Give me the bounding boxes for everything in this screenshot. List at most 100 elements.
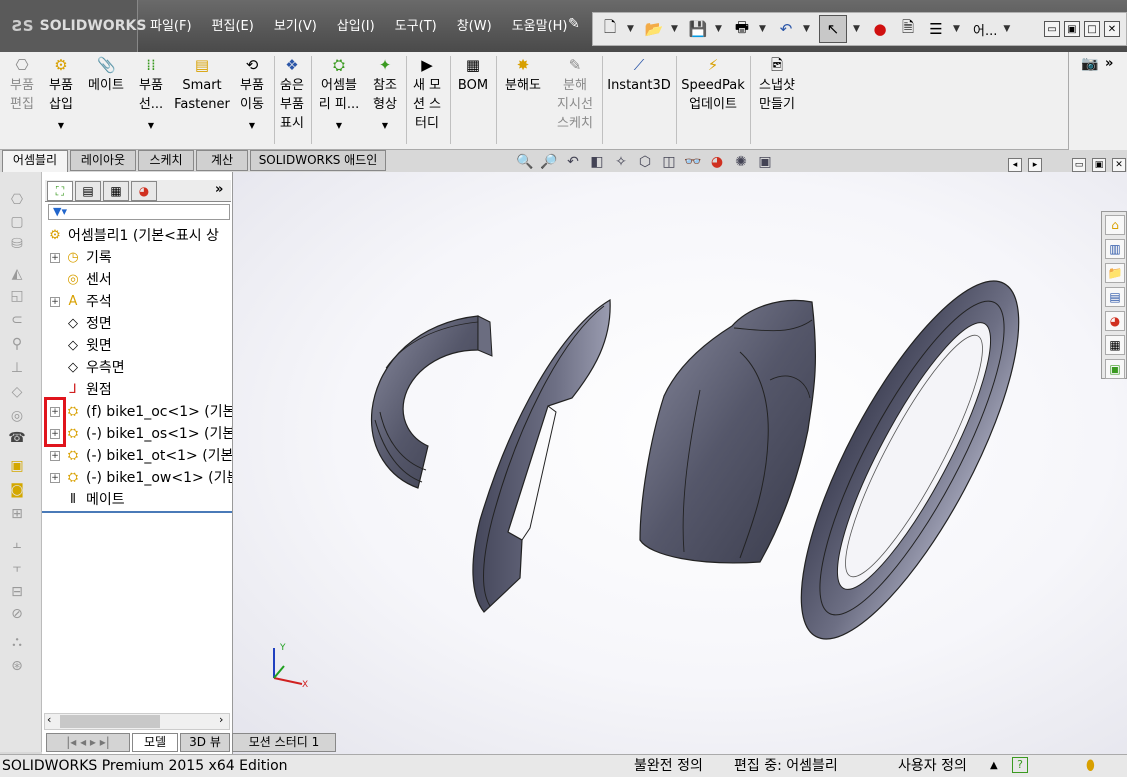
tool-icon-6[interactable]: ⊂ (6, 312, 28, 332)
expand-right-icon[interactable]: ▸ (1028, 158, 1042, 172)
dynamic-annotation-icon[interactable]: ✧ (611, 154, 631, 170)
tab-nav-arrows[interactable]: |◂ ◂ ▸ ▸| (46, 733, 130, 752)
menu-insert[interactable]: 삽입(I) (327, 14, 385, 40)
tree-item-component[interactable]: + ⛭ (-) bike1_ot<1> (기본< (50, 445, 232, 467)
reference-geometry-button[interactable]: ✦ 참조 형상 ▼ (366, 56, 404, 135)
display-style-icon[interactable]: ◫ (659, 154, 679, 170)
tool-icon-12[interactable]: ▣ (6, 458, 28, 478)
menu-view[interactable]: 보기(V) (264, 14, 327, 40)
feature-tree-tab-icon[interactable]: ⛶ (47, 181, 73, 201)
design-library-icon[interactable]: ▥ (1105, 239, 1125, 259)
close-icon[interactable]: ✕ (1104, 21, 1120, 37)
camera-icon[interactable]: 📷 (1081, 56, 1098, 72)
close-icon[interactable]: ✕ (1112, 158, 1126, 172)
show-hidden-components-button[interactable]: ❖ 숨은 부품 표시 (276, 56, 308, 133)
assembly-model-view[interactable] (233, 172, 1127, 754)
scroll-left-icon[interactable]: ‹ (47, 713, 51, 726)
menu-edit[interactable]: 편집(E) (202, 14, 264, 40)
tool-icon-16[interactable]: ⫟ (6, 560, 28, 580)
scrollbar-thumb[interactable] (60, 715, 160, 728)
chevron-right-icon[interactable]: » (1105, 56, 1113, 71)
expand-left-icon[interactable]: ◂ (1008, 158, 1022, 172)
file-explorer-icon[interactable]: 📁 (1105, 263, 1125, 283)
expand-plus-icon[interactable]: + (50, 451, 60, 461)
chevron-down-icon[interactable]: ▼ (803, 24, 813, 34)
options-icon[interactable]: ☰ (925, 17, 947, 41)
tool-icon-18[interactable]: ⊘ (6, 606, 28, 626)
tab-layout[interactable]: 레이아웃 (70, 150, 136, 171)
zoom-to-fit-icon[interactable]: 🔍 (515, 154, 535, 170)
tool-icon-11[interactable]: ☎ (6, 430, 28, 450)
tool-icon-9[interactable]: ◇ (6, 384, 28, 404)
tool-icon-17[interactable]: ⊟ (6, 584, 28, 604)
scroll-right-icon[interactable]: › (219, 713, 223, 726)
edit-component-button[interactable]: ⎔ 부품 편집 (4, 56, 40, 114)
maximize-icon[interactable]: □ (1084, 21, 1100, 37)
tool-icon-8[interactable]: ⊥ (6, 360, 28, 380)
chevron-down-icon[interactable]: ▼ (759, 24, 769, 34)
chevron-down-icon[interactable]: ▼ (314, 116, 364, 135)
chevron-down-icon[interactable]: ▼ (627, 24, 637, 34)
update-speedpak-button[interactable]: ⚡ SpeedPak 업데이트 (678, 56, 748, 114)
tree-item-component[interactable]: + ⛭ (f) bike1_oc<1> (기본< (50, 401, 232, 423)
tab-solidworks-addins[interactable]: SOLIDWORKS 애드인 (250, 150, 386, 171)
previous-view-icon[interactable]: ↶ (563, 154, 583, 170)
smart-fastener-button[interactable]: ▤ Smart Fastener (172, 56, 232, 114)
open-folder-icon[interactable]: 📂 (643, 17, 665, 41)
exploded-view-button[interactable]: ✸ 분해도 (498, 56, 548, 95)
tree-root-assembly[interactable]: ⚙ 어셈블리1 (기본<표시 상 (46, 225, 219, 247)
part-bike1-oc[interactable] (370, 315, 493, 489)
configuration-manager-tab-icon[interactable]: ▦ (103, 181, 129, 201)
chevron-down-icon[interactable]: ▼ (42, 116, 80, 135)
units-status[interactable]: 사용자 정의 (898, 755, 967, 777)
move-component-button[interactable]: ⟲ 부품 이동 ▼ (234, 56, 270, 135)
tool-icon-20[interactable]: ⊛ (6, 658, 28, 678)
solidworks-resources-icon[interactable]: ⌂ (1105, 215, 1125, 235)
chevron-down-icon[interactable]: ▼ (671, 24, 681, 34)
expand-plus-icon[interactable]: + (50, 253, 60, 263)
part-bike1-ot[interactable] (639, 299, 817, 564)
take-snapshot-button[interactable]: 🖻 스냅샷 만들기 (752, 56, 802, 114)
tool-icon-4[interactable]: ◭ (6, 266, 28, 286)
chevron-up-icon[interactable]: ▲ (990, 755, 998, 777)
tab-evaluate[interactable]: 계산 (196, 150, 248, 171)
tool-icon-2[interactable]: ▢ (6, 214, 28, 234)
tree-item-annotations[interactable]: + A 주석 (50, 291, 112, 313)
rebuild-tag-icon[interactable]: ⬮ (1086, 755, 1095, 777)
zoom-to-area-icon[interactable]: 🔎 (539, 154, 559, 170)
select-cursor-icon[interactable]: ↖ (819, 15, 847, 43)
menu-window[interactable]: 창(W) (447, 14, 502, 40)
tree-item-history[interactable]: + ◷ 기록 (50, 247, 112, 269)
bom-button[interactable]: ▦ BOM (452, 56, 494, 95)
tab-3d-view[interactable]: 3D 뷰 (180, 733, 230, 752)
feature-tree-divider[interactable] (42, 511, 232, 513)
menu-help[interactable]: 도움말(H) (502, 14, 578, 40)
restore-icon[interactable]: ▣ (1092, 158, 1106, 172)
tool-icon-1[interactable]: ⎔ (6, 192, 28, 212)
rebuild-traffic-light-icon[interactable]: ● (869, 17, 891, 41)
view-palette-icon[interactable]: ▤ (1105, 287, 1125, 307)
tree-item-right-plane[interactable]: ◇ 우측면 (50, 357, 125, 379)
tab-motion-study[interactable]: 모션 스터디 1 (232, 733, 336, 752)
tool-icon-14[interactable]: ⊞ (6, 506, 28, 526)
search-command-text[interactable]: 어... (973, 20, 997, 39)
pin-icon[interactable]: ✎ (568, 16, 588, 36)
property-manager-tab-icon[interactable]: ▤ (75, 181, 101, 201)
edit-appearance-icon[interactable]: ◕ (707, 154, 727, 170)
tool-icon-3[interactable]: ⛁ (6, 236, 28, 256)
chevron-right-icon[interactable]: » (215, 182, 223, 197)
hide-show-items-icon[interactable]: 👓 (683, 154, 703, 170)
tool-icon-19[interactable]: ⛬ (6, 634, 28, 654)
print-icon[interactable]: 🖶 (731, 17, 753, 41)
tab-model[interactable]: 모델 (132, 733, 178, 752)
feature-tree-filter[interactable]: ▼▾ (48, 204, 230, 220)
expand-plus-icon[interactable]: + (50, 297, 60, 307)
assembly-features-button[interactable]: ⛭ 어셈블 리 피... ▼ (314, 56, 364, 135)
linear-pattern-button[interactable]: ⁞⁞ 부품 선... ▼ (132, 56, 170, 135)
tree-item-front-plane[interactable]: ◇ 정면 (50, 313, 112, 335)
tree-item-sensors[interactable]: ◎ 센서 (50, 269, 111, 291)
solidworks-logo[interactable]: ƧS SOLIDWORKS (0, 0, 146, 52)
tool-icon-7[interactable]: ⚲ (6, 336, 28, 356)
appearances-icon[interactable]: ◕ (1105, 311, 1125, 331)
insert-components-button[interactable]: ⚙ 부품 삽입 ▼ (42, 56, 80, 135)
